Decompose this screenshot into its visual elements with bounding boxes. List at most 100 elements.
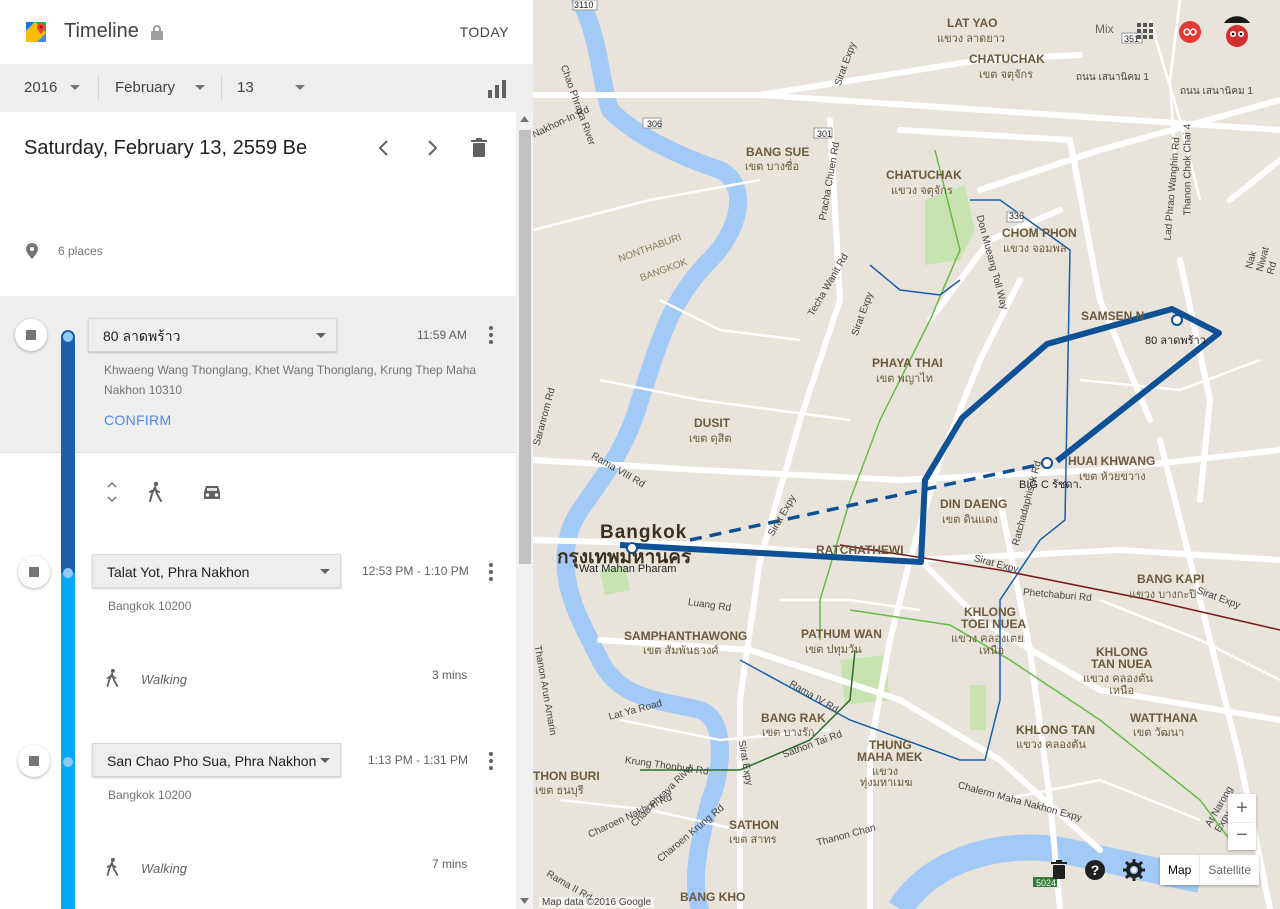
map-label: แขวง ลาดยาว	[937, 33, 1006, 45]
map-label: เขต ดุสิต	[689, 433, 732, 445]
timeline-dot	[63, 332, 73, 342]
confirm-button[interactable]: CONFIRM	[104, 412, 171, 428]
activity-label: Walking	[141, 672, 188, 687]
map-label: เขต บางรัก	[762, 727, 815, 739]
place-address: Bangkok 10200	[108, 599, 192, 613]
map-label: CHATUCHAK	[886, 168, 962, 182]
timeline-line-walking	[61, 573, 75, 909]
map-road-label: ถนน เสนานิคม 1	[1076, 72, 1149, 83]
route-shield: 301	[817, 129, 833, 139]
activity-duration: 3 mins	[432, 668, 468, 682]
extension-icon[interactable]	[1179, 21, 1201, 43]
places-count: 6 places	[58, 244, 103, 258]
visit-time: 11:59 AM	[417, 328, 467, 342]
avatar[interactable]	[1222, 14, 1252, 48]
map-label: แขวง จตุจักร	[891, 185, 953, 197]
location-pin-icon	[26, 243, 38, 259]
map-road-label: Thanon Chok Chai 4	[1182, 123, 1194, 216]
place-name: Talat Yot, Phra Nakhon	[107, 564, 250, 580]
visit-time: 12:53 PM - 1:10 PM	[362, 564, 469, 578]
bar-chart-icon[interactable]	[488, 80, 506, 98]
map-city-label: Bangkok	[600, 522, 688, 543]
map-type-control: Map Satellite	[1160, 855, 1260, 885]
map-marker-label: Wat Mahan Pharam	[579, 563, 677, 575]
map-label: SAMSEN N	[1081, 309, 1145, 323]
place-address: Bangkok 10200	[108, 788, 192, 802]
more-options-icon[interactable]	[489, 326, 493, 347]
settings-gear-icon[interactable]	[1123, 859, 1145, 881]
place-select[interactable]: 80 ลาดพร้าว	[88, 318, 337, 352]
map-label: RATCHATHEWI	[816, 543, 904, 557]
more-options-icon[interactable]	[489, 752, 493, 773]
timeline-panel: Timeline TODAY 2016 February 13 Saturday…	[0, 0, 533, 909]
map-label: HUAI KHWANG	[1068, 454, 1156, 468]
walking-icon[interactable]	[146, 481, 164, 503]
year-select[interactable]: 2016	[24, 64, 94, 112]
chevron-down-icon	[316, 333, 326, 338]
page-title: Timeline	[64, 20, 139, 42]
map-label: PHAYA THAI	[872, 356, 943, 370]
next-day-icon[interactable]	[424, 138, 440, 158]
month-value: February	[115, 79, 176, 96]
day-select[interactable]: 13	[237, 64, 317, 112]
trash-icon[interactable]	[1051, 860, 1067, 880]
map-label: เขต บางซื่อ	[745, 161, 800, 173]
help-icon[interactable]: ?	[1084, 859, 1106, 881]
delete-day-icon[interactable]	[471, 138, 487, 158]
map-attribution: Map data ©2016 Google	[539, 897, 655, 908]
map-type-satellite-button[interactable]: Satellite	[1199, 855, 1259, 885]
place-address: Khwaeng Wang Thonglang, Khet Wang Thongl…	[104, 363, 477, 377]
map-label: CHOM PHON	[1002, 226, 1077, 240]
timeline-dot	[63, 568, 73, 578]
previous-day-icon[interactable]	[376, 138, 392, 158]
activity-duration: 7 mins	[432, 857, 468, 871]
map-canvas[interactable]: LAT YAO แขวง ลาดยาว CHATUCHAK เขต จตุจัก…	[533, 0, 1280, 909]
map-label: เขต ธนบุรี	[535, 785, 584, 797]
map-type-map-button[interactable]: Map	[1160, 855, 1199, 885]
google-maps-logo-icon	[26, 22, 46, 42]
car-icon[interactable]	[201, 484, 223, 502]
map-label: เขต ห้วยขวาง	[1079, 471, 1146, 483]
map-label: แขวง จอมพล	[1003, 243, 1067, 255]
zoom-control: + −	[1228, 794, 1256, 850]
expand-collapse-icon[interactable]	[106, 480, 118, 504]
timeline-line-driving	[61, 330, 75, 573]
map-road-label: ถนน เสนานิคม 1	[1180, 86, 1253, 97]
map-label: BANG KHO	[680, 890, 746, 904]
today-button[interactable]: TODAY	[460, 24, 509, 40]
route-shield: 3110	[574, 0, 594, 10]
stop-marker[interactable]	[18, 745, 50, 777]
day-heading: Saturday, February 13, 2559 Be	[24, 137, 308, 159]
map-label: BANG KAPI	[1137, 572, 1205, 586]
divider	[221, 74, 222, 102]
map-label: เหนือ	[1109, 685, 1135, 697]
map-label: เขต ดินแดง	[942, 514, 998, 526]
stop-marker[interactable]	[15, 319, 47, 351]
more-options-icon[interactable]	[489, 563, 493, 584]
chevron-down-icon	[70, 85, 80, 90]
place-name: 80 ลาดพร้าว	[103, 328, 181, 344]
place-address: Nakhon 10310	[104, 383, 183, 397]
map-label: DUSIT	[694, 416, 730, 430]
scroll-up-icon[interactable]	[520, 116, 529, 122]
map-label: เขต สัมพันธวงศ์	[643, 645, 719, 657]
scroll-down-icon[interactable]	[520, 898, 529, 904]
stop-marker[interactable]	[18, 556, 50, 588]
walking-icon	[106, 857, 119, 876]
month-select[interactable]: February	[115, 64, 215, 112]
route-shield: 306	[647, 119, 663, 129]
chevron-down-icon	[320, 569, 330, 574]
map-label: เขต สาทร	[729, 834, 777, 846]
place-select[interactable]: San Chao Pho Sua, Phra Nakhon	[92, 743, 341, 777]
map-label: เขต จตุจักร	[979, 69, 1034, 81]
map-label: DIN DAENG	[940, 497, 1008, 511]
apps-grid-icon[interactable]	[1137, 23, 1153, 39]
place-select[interactable]: Talat Yot, Phra Nakhon	[92, 554, 341, 588]
scrollbar-thumb[interactable]	[519, 130, 531, 564]
map-marker-label: 80 ลาดพร้าว	[1145, 335, 1206, 347]
map-label: เขต พญาไท	[876, 373, 934, 385]
place-name: San Chao Pho Sua, Phra Nakhon	[107, 753, 317, 769]
zoom-in-button[interactable]: +	[1228, 794, 1256, 822]
zoom-out-button[interactable]: −	[1228, 822, 1256, 850]
map-label: แขวง บางกะปิ	[1129, 589, 1197, 601]
